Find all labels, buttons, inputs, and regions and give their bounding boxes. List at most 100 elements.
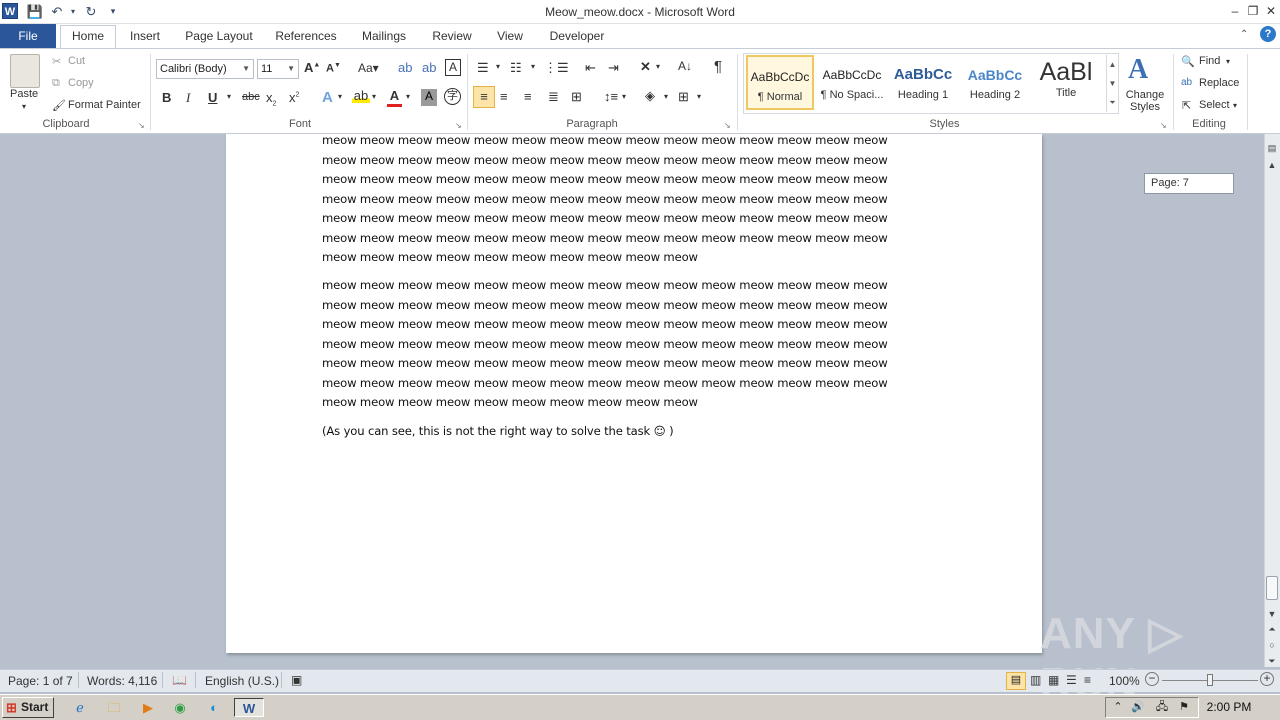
change-styles-icon[interactable]: A — [1128, 54, 1148, 86]
change-styles-button[interactable]: Change Styles — [1124, 89, 1166, 113]
style-normal[interactable]: AaBbCcDc ¶ Normal — [746, 55, 814, 110]
tab-insert[interactable]: Insert — [122, 26, 168, 48]
tab-mailings[interactable]: Mailings — [354, 26, 414, 48]
underline-icon[interactable]: U — [208, 90, 217, 105]
find-button[interactable]: Find — [1199, 55, 1220, 67]
styles-scroll[interactable]: ▲ ▼ ⏷ — [1106, 55, 1118, 112]
close-icon[interactable]: ✕ — [1262, 2, 1280, 20]
cut-button[interactable]: Cut — [68, 55, 85, 67]
paste-icon[interactable] — [10, 54, 40, 88]
text-effects-icon[interactable]: A — [322, 89, 333, 106]
tab-file[interactable]: File — [0, 24, 56, 48]
paragraph-3[interactable]: (As you can see, this is not the right w… — [322, 422, 962, 442]
select-button[interactable]: Select — [1199, 99, 1230, 111]
line-spacing-dropdown-icon[interactable]: ▾ — [622, 92, 626, 101]
paragraph-launcher-icon[interactable]: ↘ — [724, 121, 731, 130]
tab-view[interactable]: View — [490, 26, 530, 48]
strikethrough-icon[interactable]: abc — [242, 91, 260, 103]
bullets-dropdown-icon[interactable]: ▾ — [496, 62, 500, 71]
format-painter-icon[interactable]: 🖌 — [52, 99, 66, 112]
network-icon[interactable]: 🖧 — [1152, 698, 1172, 717]
style-title[interactable]: AaBl Title — [1032, 55, 1100, 110]
align-left-icon[interactable]: ≡ — [473, 86, 495, 108]
character-shading-icon[interactable]: A — [421, 89, 437, 106]
sort-icon[interactable]: A↓ — [678, 59, 692, 73]
document-area[interactable]: meow meow meow meow meow meow meow meow … — [0, 134, 1264, 667]
asian-layout-dropdown-icon[interactable]: ▾ — [656, 62, 660, 71]
internet-explorer-icon[interactable]: ℯ — [70, 698, 90, 717]
print-layout-icon[interactable]: ▤ — [1006, 672, 1026, 690]
font-size-select[interactable]: 11 ▼ — [257, 59, 299, 79]
previous-page-icon[interactable]: ⏶ — [1265, 622, 1279, 636]
font-color-icon[interactable]: A — [387, 88, 402, 107]
find-dropdown-icon[interactable]: ▾ — [1226, 57, 1230, 66]
enclose-characters-icon[interactable]: 字 — [444, 88, 461, 105]
media-player-icon[interactable]: ▶ — [138, 698, 158, 717]
volume-icon[interactable]: 🔊 — [1128, 698, 1148, 717]
clipboard-launcher-icon[interactable]: ↘ — [138, 121, 145, 130]
word-taskbar-button[interactable]: W — [234, 698, 264, 717]
bullets-icon[interactable]: ☰ — [477, 60, 489, 76]
tab-page-layout[interactable]: Page Layout — [180, 26, 258, 48]
scroll-thumb[interactable] — [1266, 576, 1278, 600]
copy-icon[interactable]: ⧉ — [52, 77, 60, 90]
justify-icon[interactable]: ≣ — [548, 89, 559, 105]
paste-dropdown-icon[interactable]: ▾ — [22, 102, 26, 111]
chrome-icon[interactable]: ◉ — [170, 698, 190, 717]
format-painter-button[interactable]: Format Painter — [68, 99, 141, 111]
paragraph-2[interactable]: meow meow meow meow meow meow meow meow … — [322, 276, 962, 413]
edge-icon[interactable]: ◐ — [204, 698, 224, 717]
minimize-ribbon-icon[interactable]: ⌃ — [1240, 29, 1248, 40]
paragraph-1[interactable]: meow meow meow meow meow meow meow meow … — [322, 134, 962, 268]
help-icon[interactable]: ? — [1260, 26, 1276, 42]
scroll-down-icon[interactable]: ▼ — [1265, 607, 1279, 621]
style-heading-1[interactable]: AaBbCc Heading 1 — [889, 55, 957, 110]
superscript-icon[interactable]: x2 — [289, 90, 299, 105]
zoom-out-icon[interactable]: − — [1145, 672, 1159, 686]
select-icon[interactable]: ⇱ — [1182, 99, 1191, 112]
proofing-icon[interactable]: 📖 — [172, 673, 187, 687]
tab-home[interactable]: Home — [60, 25, 116, 48]
style-no-spacing[interactable]: AaBbCcDc ¶ No Spaci... — [818, 55, 886, 110]
browse-object-icon[interactable]: ○ — [1265, 638, 1279, 652]
start-button[interactable]: ⊞ Start — [2, 697, 54, 718]
tray-expand-icon[interactable]: ⌃ — [1108, 698, 1128, 717]
copy-button[interactable]: Copy — [68, 77, 94, 89]
grow-font-icon[interactable]: A▲ — [304, 60, 320, 75]
highlight-dropdown-icon[interactable]: ▾ — [372, 92, 376, 101]
font-launcher-icon[interactable]: ↘ — [455, 121, 462, 130]
macro-record-icon[interactable]: ▣ — [291, 673, 302, 687]
character-border-icon[interactable]: A — [445, 59, 461, 76]
multilevel-list-icon[interactable]: ⋮☰ — [544, 60, 569, 76]
language-indicator[interactable]: English (U.S.) — [205, 674, 279, 688]
highlight-icon[interactable]: ab — [352, 88, 370, 103]
asian-layout-icon[interactable]: ✕ — [640, 59, 651, 75]
align-right-icon[interactable]: ≡ — [524, 89, 532, 104]
align-center-icon[interactable]: ≡ — [500, 89, 508, 104]
outline-icon[interactable]: ☰ — [1066, 673, 1077, 687]
distributed-icon[interactable]: ⊞ — [571, 89, 582, 105]
action-center-flag-icon[interactable]: ⚑ — [1174, 698, 1194, 717]
numbering-dropdown-icon[interactable]: ▾ — [531, 62, 535, 71]
bold-icon[interactable]: B — [162, 90, 171, 105]
page-count[interactable]: Page: 1 of 7 — [8, 674, 73, 688]
select-dropdown-icon[interactable]: ▾ — [1233, 101, 1237, 110]
subscript-icon[interactable]: x2 — [266, 90, 276, 108]
line-spacing-icon[interactable]: ↕≡ — [604, 89, 618, 104]
shrink-font-icon[interactable]: A▼ — [326, 62, 341, 75]
shading-icon[interactable]: ◈ — [645, 88, 655, 104]
font-color-dropdown-icon[interactable]: ▾ — [406, 92, 410, 101]
file-explorer-icon[interactable]: 🗀 — [104, 698, 124, 717]
zoom-level[interactable]: 100% — [1109, 674, 1140, 688]
zoom-in-icon[interactable]: + — [1260, 672, 1274, 686]
ruler-toggle-icon[interactable]: ▤ — [1265, 141, 1279, 155]
replace-icon[interactable]: ab — [1181, 77, 1192, 88]
word-count[interactable]: Words: 4,116 — [87, 674, 157, 688]
restore-icon[interactable]: ❐ — [1244, 2, 1262, 20]
shading-dropdown-icon[interactable]: ▾ — [664, 92, 668, 101]
scroll-up-icon[interactable]: ▲ — [1265, 158, 1279, 172]
tab-references[interactable]: References — [270, 26, 342, 48]
draft-icon[interactable]: ≡ — [1084, 673, 1091, 687]
document-page[interactable]: meow meow meow meow meow meow meow meow … — [226, 134, 1042, 653]
decrease-indent-icon[interactable]: ⇤ — [585, 60, 596, 76]
